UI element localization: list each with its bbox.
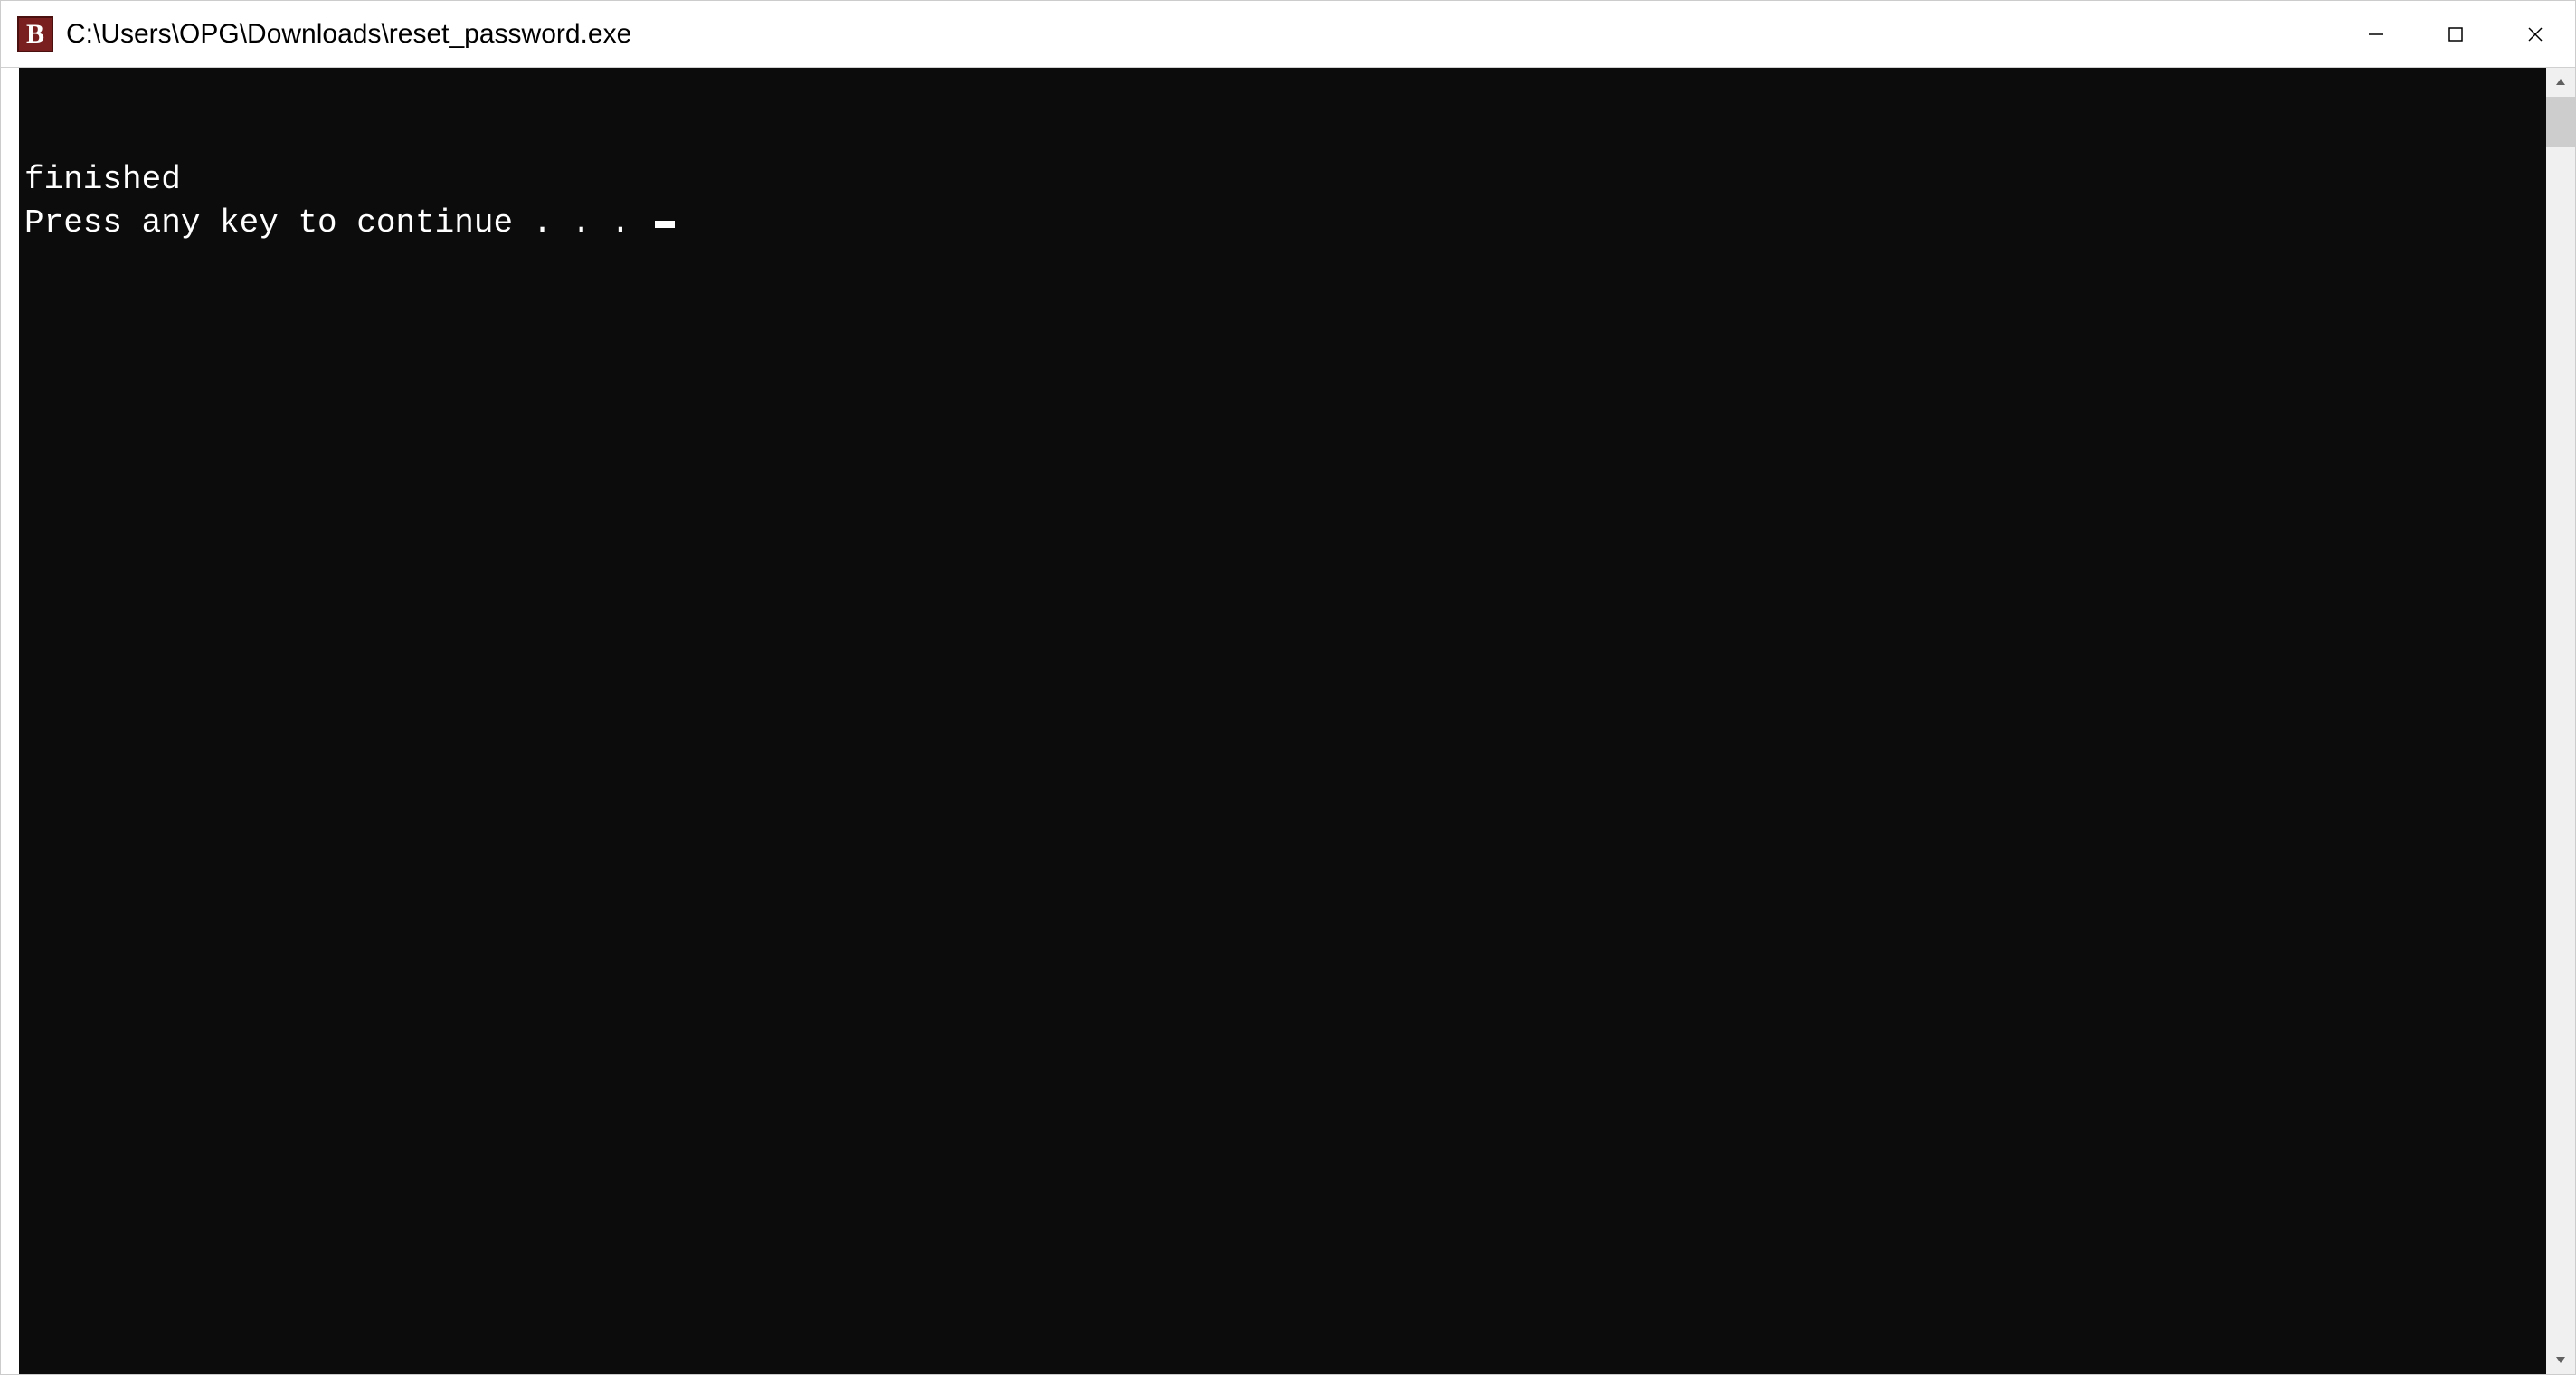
cursor-icon <box>655 221 675 228</box>
titlebar[interactable]: B C:\Users\OPG\Downloads\reset_password.… <box>1 1 2575 68</box>
close-icon <box>2526 25 2544 43</box>
close-button[interactable] <box>2496 1 2575 67</box>
scroll-up-button[interactable] <box>2546 68 2575 97</box>
minimize-button[interactable] <box>2336 1 2416 67</box>
maximize-button[interactable] <box>2416 1 2496 67</box>
left-gutter <box>1 68 19 1374</box>
console-output[interactable]: finishedPress any key to continue . . . <box>19 68 2546 1374</box>
app-icon-letter: B <box>26 19 44 50</box>
maximize-icon <box>2448 26 2464 43</box>
window-title: C:\Users\OPG\Downloads\reset_password.ex… <box>66 19 2336 50</box>
vertical-scrollbar[interactable] <box>2546 68 2575 1374</box>
scroll-thumb[interactable] <box>2546 97 2575 147</box>
scroll-down-button[interactable] <box>2546 1345 2575 1374</box>
chevron-down-icon <box>2554 1353 2567 1366</box>
console-window: B C:\Users\OPG\Downloads\reset_password.… <box>0 0 2576 1375</box>
console-text: Press any key to continue . . . <box>24 204 649 242</box>
console-line: finished <box>24 158 2541 202</box>
chevron-up-icon <box>2554 76 2567 89</box>
client-area: finishedPress any key to continue . . . <box>1 68 2575 1374</box>
app-icon: B <box>17 16 53 52</box>
console-line: Press any key to continue . . . <box>24 202 2541 245</box>
minimize-icon <box>2367 25 2385 43</box>
window-controls <box>2336 1 2575 67</box>
scroll-track[interactable] <box>2546 97 2575 1345</box>
